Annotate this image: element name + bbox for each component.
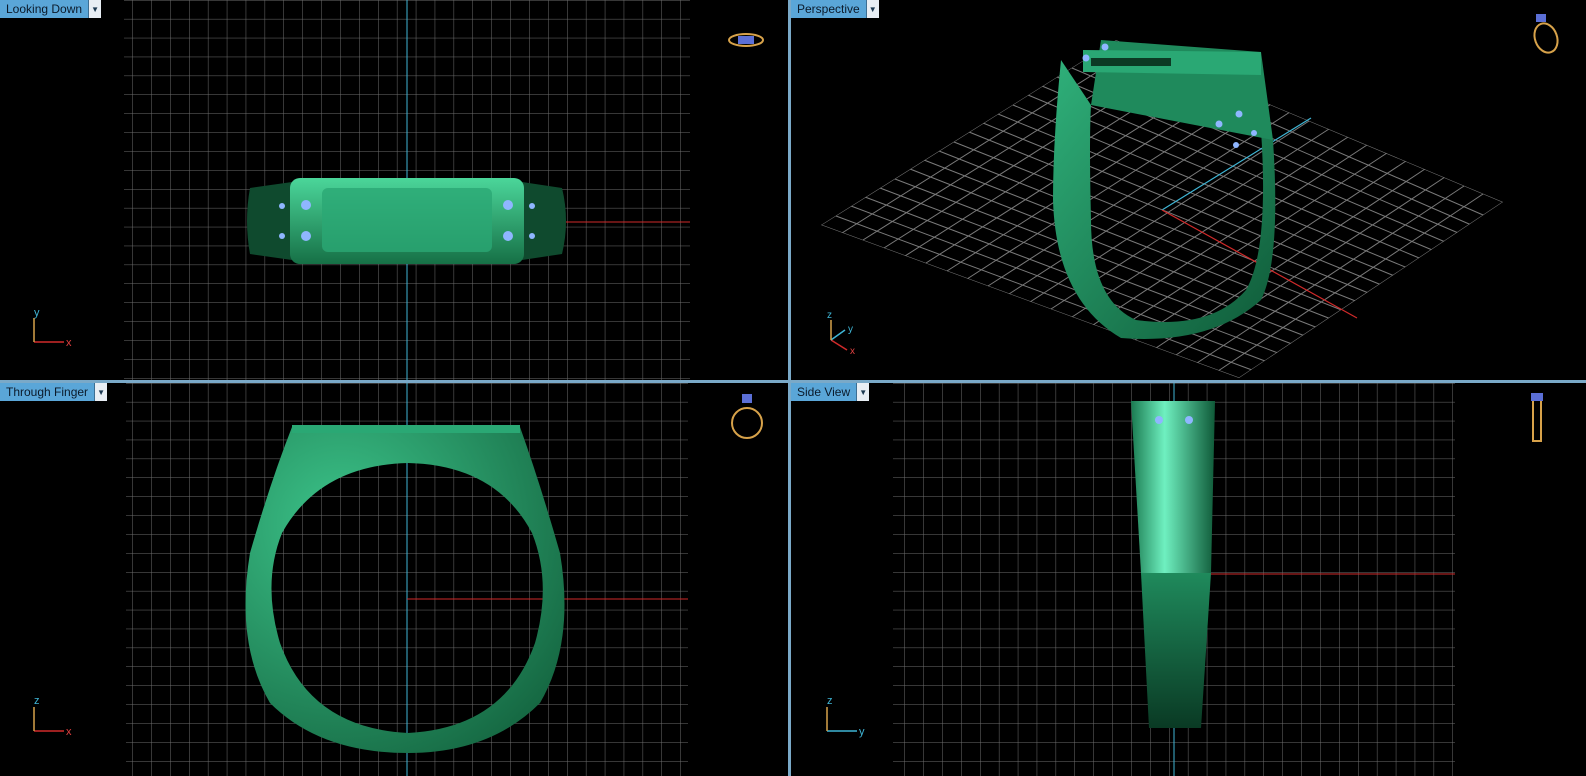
axis-label-x: x (850, 346, 855, 357)
axis-label-y: y (859, 726, 865, 738)
axis-label-z: z (34, 695, 40, 707)
axis-label-x: x (66, 726, 72, 738)
chevron-down-icon[interactable]: ▼ (856, 383, 870, 401)
viewport-title-through-finger[interactable]: Through Finger ▼ (0, 383, 108, 401)
chevron-down-icon[interactable]: ▼ (865, 0, 879, 18)
side-view-canvas[interactable]: y z (791, 383, 1586, 776)
stone (503, 231, 513, 241)
ring-model-perspective[interactable] (1053, 40, 1276, 339)
stone (301, 231, 311, 241)
axis-label-x: x (66, 337, 72, 349)
through-finger-canvas[interactable]: x z (0, 383, 788, 776)
axis-label-z: z (827, 695, 833, 707)
viewport-looking-down[interactable]: x y Looking Down ▼ (0, 0, 788, 380)
stone (301, 200, 311, 210)
viewport-title-perspective[interactable]: Perspective ▼ (791, 0, 879, 18)
viewport-label[interactable]: Side View (791, 383, 857, 401)
viewport-perspective[interactable]: z y x Perspective ▼ (791, 0, 1586, 380)
axis-triad: z y x (827, 310, 855, 357)
viewport-title-looking-down[interactable]: Looking Down ▼ (0, 0, 102, 18)
ring-front-view-icon[interactable] (731, 394, 763, 439)
ring-model-top[interactable] (247, 178, 566, 264)
axis-label-y: y (848, 324, 853, 335)
ring-side-view-icon[interactable] (1531, 393, 1543, 442)
ring-perspective-icon[interactable] (1531, 14, 1562, 56)
perspective-canvas[interactable]: z y x (791, 0, 1586, 380)
axis-label-z: z (827, 310, 832, 321)
chevron-down-icon[interactable]: ▼ (94, 383, 108, 401)
viewport-label[interactable]: Through Finger (0, 383, 95, 401)
axis-triad: x y (33, 307, 72, 349)
ring-top-view-icon[interactable] (728, 33, 764, 47)
axis-label-y: y (34, 307, 40, 319)
stone (503, 200, 513, 210)
viewport-title-side-view[interactable]: Side View ▼ (791, 383, 870, 401)
axis-triad: y z (826, 695, 865, 738)
viewport-label[interactable]: Looking Down (0, 0, 89, 18)
viewport-side-view[interactable]: y z Side View ▼ (791, 383, 1586, 776)
viewport-through-finger[interactable]: x z Through Finger ▼ (0, 383, 788, 776)
viewport-label[interactable]: Perspective (791, 0, 866, 18)
looking-down-canvas[interactable]: x y (0, 0, 788, 380)
chevron-down-icon[interactable]: ▼ (88, 0, 102, 18)
axis-triad: x z (33, 695, 72, 738)
